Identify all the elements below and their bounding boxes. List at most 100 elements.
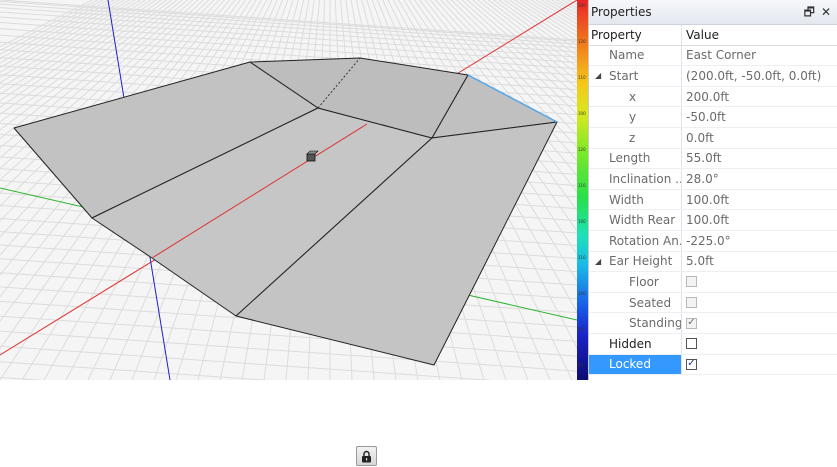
property-checkbox[interactable] [686, 297, 697, 309]
property-name-label: Floor [629, 274, 659, 289]
property-value[interactable]: 0.0ft [682, 128, 837, 148]
property-row-y[interactable]: y -50.0ft [589, 107, 837, 128]
property-value[interactable] [682, 272, 837, 292]
property-name[interactable]: ◢ Start [589, 66, 682, 86]
colorbar-tick-label: 100 [578, 291, 586, 296]
property-name-label: Rotation An... [609, 233, 681, 248]
property-row-ear-height[interactable]: ◢ Ear Height 5.0ft [589, 251, 837, 273]
property-name[interactable]: ◢ Ear Height [589, 251, 682, 272]
property-value[interactable]: 28.0° [682, 169, 837, 189]
property-value[interactable]: 100.0ft [682, 190, 837, 210]
property-name-label: Ear Height [609, 254, 673, 269]
property-name-label: Start [609, 68, 639, 83]
expand-collapse-icon[interactable]: ◢ [595, 71, 605, 80]
seating-surface[interactable] [13, 57, 558, 366]
property-row-start[interactable]: ◢ Start (200.0ft, -50.0ft, 0.0ft) [589, 66, 837, 87]
property-row-standing[interactable]: Standing ✓ [589, 313, 837, 334]
property-checkbox[interactable] [686, 338, 697, 350]
property-name-label: Seated [629, 295, 672, 310]
property-value-text: 200.0ft [686, 89, 730, 104]
property-name[interactable]: Name [589, 45, 682, 66]
property-row-z[interactable]: z 0.0ft [589, 127, 837, 149]
property-name-label: z [629, 130, 636, 145]
column-header-property[interactable]: Property [589, 25, 682, 45]
property-value[interactable]: (200.0ft, -50.0ft, 0.0ft) [682, 66, 837, 86]
property-row-floor[interactable]: Floor [589, 272, 837, 293]
property-name-label: Width Rear [609, 213, 676, 228]
property-row-width[interactable]: Width 100.0ft [589, 189, 837, 211]
property-value-text: -50.0ft [686, 110, 726, 125]
property-value[interactable] [682, 334, 837, 354]
property-name-label: Inclination ... [609, 171, 682, 186]
property-name-label: Standing [629, 316, 682, 331]
property-grid: Property Value Name East Corner ◢ Start (200… [589, 25, 837, 376]
scene-canvas[interactable] [0, 0, 577, 380]
property-checkbox[interactable]: ✓ [686, 358, 697, 370]
property-value-text: 0.0ft [686, 130, 714, 145]
colorbar-tick-label: 110 [578, 75, 586, 80]
color-scale-bar: 100 120 110 100 120 110 100 110 100 90 80 [577, 0, 588, 380]
property-value[interactable]: 5.0ft [682, 252, 837, 272]
property-value-text: -225.0° [686, 233, 731, 248]
property-row-hidden[interactable]: Hidden [589, 333, 837, 355]
property-name[interactable]: Floor [589, 272, 682, 292]
property-row-locked[interactable]: Locked ✓ [589, 354, 837, 376]
close-icon[interactable]: ✕ [821, 6, 831, 18]
property-name[interactable]: Rotation An... [589, 230, 682, 251]
panel-header: Properties 🗗 ✕ [589, 0, 837, 25]
property-row-length[interactable]: Length 55.0ft [589, 148, 837, 170]
property-value[interactable]: ✓ [682, 313, 837, 333]
expand-collapse-icon[interactable]: ◢ [595, 257, 605, 266]
property-row-name[interactable]: Name East Corner [589, 45, 837, 67]
properties-panel: Properties 🗗 ✕ Property Value Name East C… [588, 0, 837, 380]
restore-window-icon[interactable]: 🗗 [804, 6, 815, 18]
property-value-text: (200.0ft, -50.0ft, 0.0ft) [686, 68, 822, 83]
property-value[interactable]: 200.0ft [682, 87, 837, 107]
property-value[interactable]: 55.0ft [682, 149, 837, 169]
property-name-label: y [629, 110, 637, 125]
property-checkbox[interactable]: ✓ [686, 317, 697, 329]
property-value-text: East Corner [686, 48, 757, 63]
property-name[interactable]: Seated [589, 292, 682, 313]
column-header-value[interactable]: Value [682, 25, 837, 45]
panel-title: Properties [591, 5, 652, 19]
colorbar-tick-label: 120 [578, 147, 586, 152]
colorbar-tick-label: 80 [578, 363, 584, 368]
property-row-inclination[interactable]: Inclination ... 28.0° [589, 169, 837, 190]
property-value[interactable]: -50.0ft [682, 107, 837, 127]
property-name[interactable]: Hidden [589, 333, 682, 354]
property-value-text: 100.0ft [686, 192, 730, 207]
property-value[interactable] [682, 293, 837, 313]
colorbar-tick-label: 90 [578, 327, 584, 332]
property-name[interactable]: Length [589, 148, 682, 169]
property-name[interactable]: y [589, 107, 682, 127]
property-name[interactable]: Standing [589, 313, 682, 333]
colorbar-tick-label: 110 [578, 255, 586, 260]
property-value[interactable]: -225.0° [682, 231, 837, 251]
property-row-width-rear[interactable]: Width Rear 100.0ft [589, 210, 837, 231]
lock-button[interactable] [356, 446, 377, 466]
property-checkbox[interactable] [686, 276, 697, 288]
property-name-label: Width [609, 192, 644, 207]
property-name[interactable]: Width [589, 189, 682, 210]
property-value-text: 100.0ft [686, 213, 730, 228]
colorbar-tick-label: 100 [578, 111, 586, 116]
property-name[interactable]: Locked [589, 354, 682, 375]
property-value[interactable]: ✓ [682, 355, 837, 375]
property-name[interactable]: Inclination ... [589, 169, 682, 189]
property-name[interactable]: z [589, 127, 682, 148]
property-value[interactable]: East Corner [682, 46, 837, 66]
property-row-seated[interactable]: Seated [589, 292, 837, 314]
property-name[interactable]: x [589, 86, 682, 107]
lock-icon [362, 450, 371, 462]
colorbar-tick-label: 110 [578, 183, 586, 188]
colorbar-tick-label: 120 [578, 39, 586, 44]
3d-viewport[interactable] [0, 0, 577, 380]
property-value[interactable]: 100.0ft [682, 210, 837, 230]
property-value-text: 55.0ft [686, 151, 722, 166]
property-name[interactable]: Width Rear [589, 210, 682, 230]
colorbar-tick-label: 100 [578, 219, 586, 224]
property-row-x[interactable]: x 200.0ft [589, 86, 837, 108]
property-name-label: Hidden [609, 336, 652, 351]
property-row-rotation-an[interactable]: Rotation An... -225.0° [589, 230, 837, 252]
